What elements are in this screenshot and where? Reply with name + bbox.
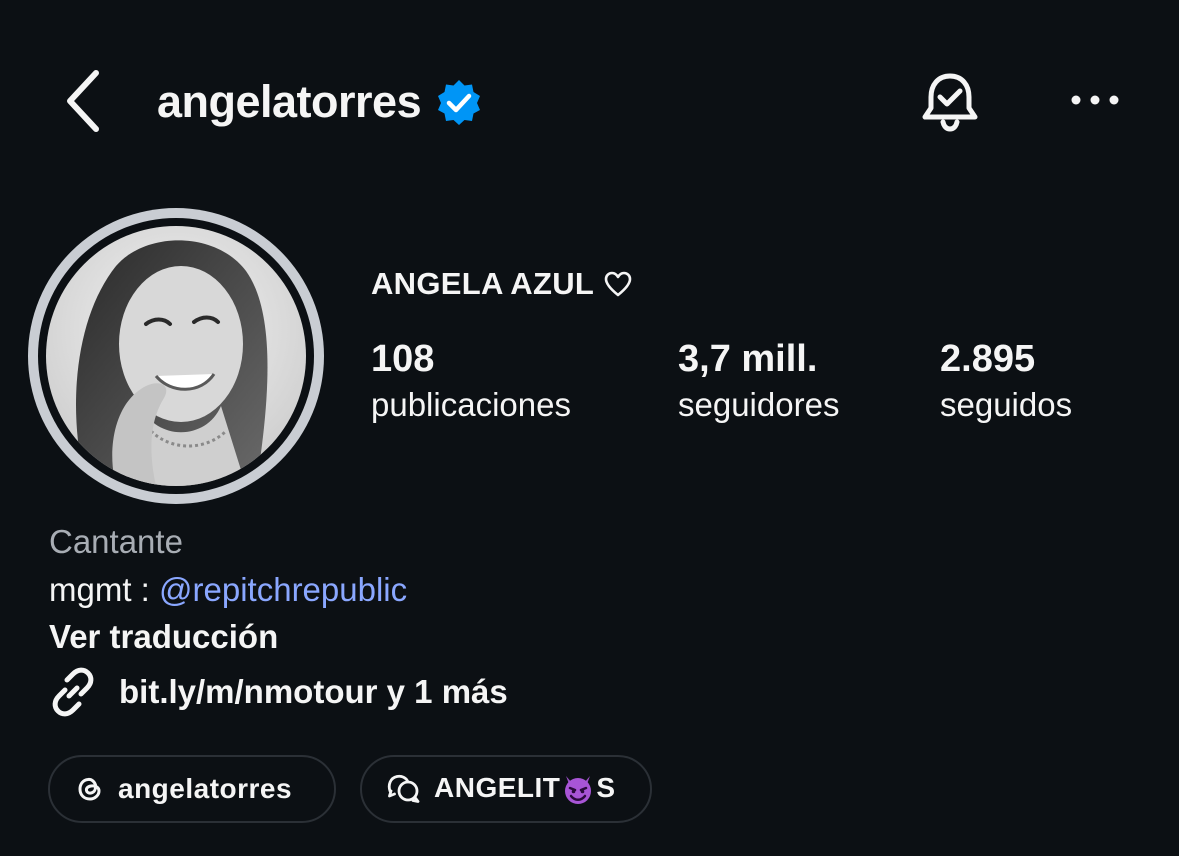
bio-link-text: bit.ly/m/nmotour y 1 más [119,673,508,710]
header-title: angelatorres [157,70,483,134]
broadcast-channel-label: ANGELIT S [434,772,616,807]
heart-outline-icon [604,271,632,297]
stat-label: seguidores [678,386,840,423]
stat-value: 108 [371,338,435,380]
stat-posts[interactable]: 108 publicaciones [371,334,571,426]
back-button[interactable] [52,66,116,136]
mention-link[interactable]: @repitchrepublic [159,571,407,608]
bio-mgmt-line: mgmt : @repitchrepublic [49,571,407,609]
channel-label-start: ANGELIT [434,771,561,803]
bio-mgmt-prefix: mgmt : [49,571,160,608]
threads-icon [78,777,101,801]
stat-label: seguidos [940,386,1073,423]
smiling-imp-emoji [565,776,592,805]
bell-check-icon [922,73,978,132]
see-translation-button[interactable]: Ver traducción [49,618,278,656]
bio-link[interactable]: bit.ly/m/nmotour y 1 más [47,664,508,720]
notifications-button[interactable] [914,66,986,138]
username: angelatorres [157,76,422,127]
more-horizontal-icon [1071,95,1119,105]
display-name: ANGELA AZUL [371,266,595,301]
broadcast-chat-icon [387,774,420,803]
verified-badge-icon [438,80,481,125]
more-options-button[interactable] [1058,76,1132,124]
bio-category: Cantante [49,523,183,560]
broadcast-channel-chip[interactable]: ANGELIT S [360,755,652,823]
display-name-row: ANGELA AZUL [371,262,632,306]
stat-label: publicaciones [371,386,571,423]
link-icon [52,667,94,717]
avatar-photo [46,226,306,486]
channel-label-end: S [596,771,616,803]
stat-following[interactable]: 2.895 seguidos [940,334,1072,426]
profile-avatar[interactable] [28,208,324,504]
threads-chip[interactable]: angelatorres [48,755,336,823]
stat-followers[interactable]: 3,7 mill. seguidores [678,334,839,426]
stat-value: 2.895 [940,338,1036,380]
stat-value: 3,7 mill. [678,338,818,380]
chevron-left-icon [67,70,99,132]
threads-chip-label: angelatorres [118,773,293,804]
